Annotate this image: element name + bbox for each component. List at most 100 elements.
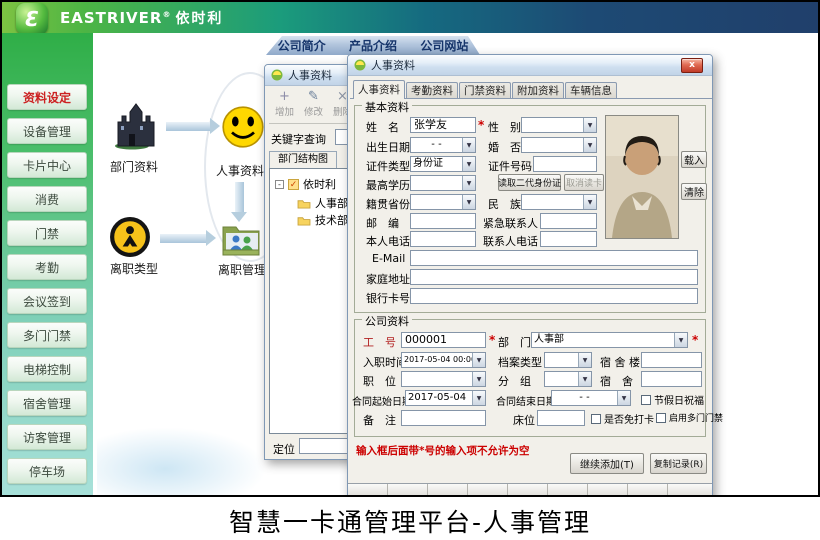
bed-input[interactable] xyxy=(537,410,585,426)
sidebar-item-meeting-signin[interactable]: 会议签到 xyxy=(7,288,87,314)
multi-door-checkbox[interactable]: 启用多门门禁 xyxy=(656,411,723,424)
tab-additional[interactable]: 附加资料 xyxy=(512,82,564,98)
app-screen: Ɛ EASTRIVER®依时利 公司简介 产品介绍 公司网站 资料设定 设备管理… xyxy=(0,0,820,497)
home-address-input[interactable] xyxy=(410,269,698,285)
dropdown-arrow-icon[interactable]: ▼ xyxy=(462,157,475,171)
tab-department-structure[interactable]: 部门结构图 xyxy=(269,151,337,168)
position-select[interactable]: ▼ xyxy=(401,371,486,387)
tree-root-row[interactable]: - ✓ 依时利 xyxy=(275,176,336,192)
dropdown-arrow-icon[interactable]: ▼ xyxy=(583,195,596,209)
department-label: 部 门 xyxy=(498,334,531,350)
app-icon xyxy=(271,69,283,81)
group-select[interactable]: ▼ xyxy=(544,371,592,387)
sidebar-item-multi-door-access[interactable]: 多门门禁 xyxy=(7,322,87,348)
tab-attendance[interactable]: 考勤资料 xyxy=(406,82,458,98)
dropdown-arrow-icon[interactable]: ▼ xyxy=(472,372,485,386)
email-input[interactable] xyxy=(410,250,698,266)
dropdown-arrow-icon[interactable]: ▼ xyxy=(472,391,485,405)
read-id-card-button[interactable]: 读取二代身份证 xyxy=(498,174,561,191)
dorm-input[interactable] xyxy=(641,371,702,387)
edit-button[interactable]: ✎ 修改 xyxy=(300,90,327,118)
holiday-greeting-checkbox[interactable]: 节假日祝福 xyxy=(641,392,704,407)
hire-date-select[interactable]: 2017-05-04 00:00:00▼ xyxy=(401,352,486,368)
load-photo-button[interactable]: 载入 xyxy=(681,151,707,168)
leave-management-icon[interactable] xyxy=(221,221,261,257)
sidebar-item-device-management[interactable]: 设备管理 xyxy=(7,118,87,144)
sidebar-item-visitor-management[interactable]: 访客管理 xyxy=(7,424,87,450)
contact-phone-input[interactable] xyxy=(540,231,597,247)
record-navigator[interactable] xyxy=(348,483,712,497)
contract-end-label: 合同结束日期 xyxy=(496,393,556,408)
id-number-input[interactable] xyxy=(533,156,597,172)
name-input[interactable]: 张学友 xyxy=(410,117,476,133)
dropdown-arrow-icon[interactable]: ▼ xyxy=(617,391,630,405)
nav-company-website[interactable]: 公司网站 xyxy=(420,37,468,54)
gender-select[interactable]: ▼ xyxy=(521,117,597,133)
checkbox-icon[interactable] xyxy=(591,414,601,424)
zip-input[interactable] xyxy=(410,213,476,229)
dropdown-arrow-icon[interactable]: ▼ xyxy=(462,176,475,190)
leave-type-icon[interactable] xyxy=(109,216,151,258)
sidebar-item-card-center[interactable]: 卡片中心 xyxy=(7,152,87,178)
tree-item-tech-dept[interactable]: 技术部 xyxy=(297,212,348,228)
nation-select[interactable]: ▼ xyxy=(521,194,597,210)
nav-company-profile[interactable]: 公司简介 xyxy=(278,37,326,54)
bank-card-input[interactable] xyxy=(410,288,698,304)
emergency-contact-input[interactable] xyxy=(540,213,597,229)
province-select[interactable]: ▼ xyxy=(410,194,476,210)
checked-checkbox-icon[interactable]: ✓ xyxy=(288,179,299,190)
contract-end-select[interactable]: - -▼ xyxy=(551,390,631,406)
contract-start-select[interactable]: 2017-05-04▼ xyxy=(405,390,486,406)
contact-phone-label: 联系人电话 xyxy=(483,233,538,249)
sidebar-item-elevator-control[interactable]: 电梯控制 xyxy=(7,356,87,382)
phone-label: 本人电话 xyxy=(366,233,410,249)
sidebar-item-access-control[interactable]: 门禁 xyxy=(7,220,87,246)
sidebar-item-dormitory-management[interactable]: 宿舍管理 xyxy=(7,390,87,416)
tree-item-hr-dept[interactable]: 人事部 xyxy=(297,195,348,211)
department-data-icon[interactable] xyxy=(108,96,156,150)
sidebar-item-consume[interactable]: 消费 xyxy=(7,186,87,212)
form-window-titlebar[interactable]: 人事资料 xyxy=(348,55,712,76)
nav-product-intro[interactable]: 产品介绍 xyxy=(349,37,397,54)
dropdown-arrow-icon[interactable]: ▼ xyxy=(583,118,596,132)
remark-input[interactable] xyxy=(401,410,486,426)
department-select[interactable]: 人事部▼ xyxy=(531,332,688,348)
tab-access[interactable]: 门禁资料 xyxy=(459,82,511,98)
copy-record-button[interactable]: 复制记录(R) xyxy=(650,453,707,474)
cancel-read-button[interactable]: 取消读卡 xyxy=(564,174,604,191)
dropdown-arrow-icon[interactable]: ▼ xyxy=(462,138,475,152)
dorm-building-label: 宿 舍 楼 xyxy=(600,354,640,370)
dorm-building-input[interactable] xyxy=(641,352,702,368)
sidebar-item-parking-lot[interactable]: 停车场 xyxy=(7,458,87,484)
checkbox-icon[interactable] xyxy=(641,395,651,405)
married-select[interactable]: ▼ xyxy=(521,137,597,153)
add-button[interactable]: + 增加 xyxy=(271,90,298,118)
no-punch-checkbox[interactable]: 是否免打卡 xyxy=(591,411,654,426)
checkbox-icon[interactable] xyxy=(656,413,666,423)
birth-date-select[interactable]: - -▼ xyxy=(410,137,476,153)
dropdown-arrow-icon[interactable]: ▼ xyxy=(462,195,475,209)
dropdown-arrow-icon[interactable]: ▼ xyxy=(578,353,591,367)
dropdown-arrow-icon[interactable]: ▼ xyxy=(578,372,591,386)
expand-icon[interactable]: - xyxy=(275,180,284,189)
sidebar-item-attendance[interactable]: 考勤 xyxy=(7,254,87,280)
education-select[interactable]: ▼ xyxy=(410,175,476,191)
clear-photo-button[interactable]: 清除 xyxy=(681,183,707,200)
file-type-select[interactable]: ▼ xyxy=(544,352,592,368)
continue-add-button[interactable]: 继续添加(T) xyxy=(570,453,644,474)
id-type-label: 证件类型 xyxy=(366,158,410,174)
employee-no-input[interactable]: 000001 xyxy=(401,332,486,348)
dropdown-arrow-icon[interactable]: ▼ xyxy=(674,333,687,347)
nation-label: 民 族 xyxy=(488,196,521,212)
phone-input[interactable] xyxy=(410,231,476,247)
id-type-select[interactable]: 身份证▼ xyxy=(410,156,476,172)
background-tint xyxy=(97,427,267,497)
dropdown-arrow-icon[interactable]: ▼ xyxy=(583,138,596,152)
tab-vehicle[interactable]: 车辆信息 xyxy=(565,82,617,98)
personnel-data-icon[interactable] xyxy=(221,105,265,149)
sidebar-item-data-settings[interactable]: 资料设定 xyxy=(7,84,87,110)
dropdown-arrow-icon[interactable]: ▼ xyxy=(472,353,485,367)
tab-personnel[interactable]: 人事资料 xyxy=(353,80,405,99)
close-button[interactable]: x xyxy=(681,58,703,73)
arrow-person-to-leave-mgmt xyxy=(235,182,244,212)
